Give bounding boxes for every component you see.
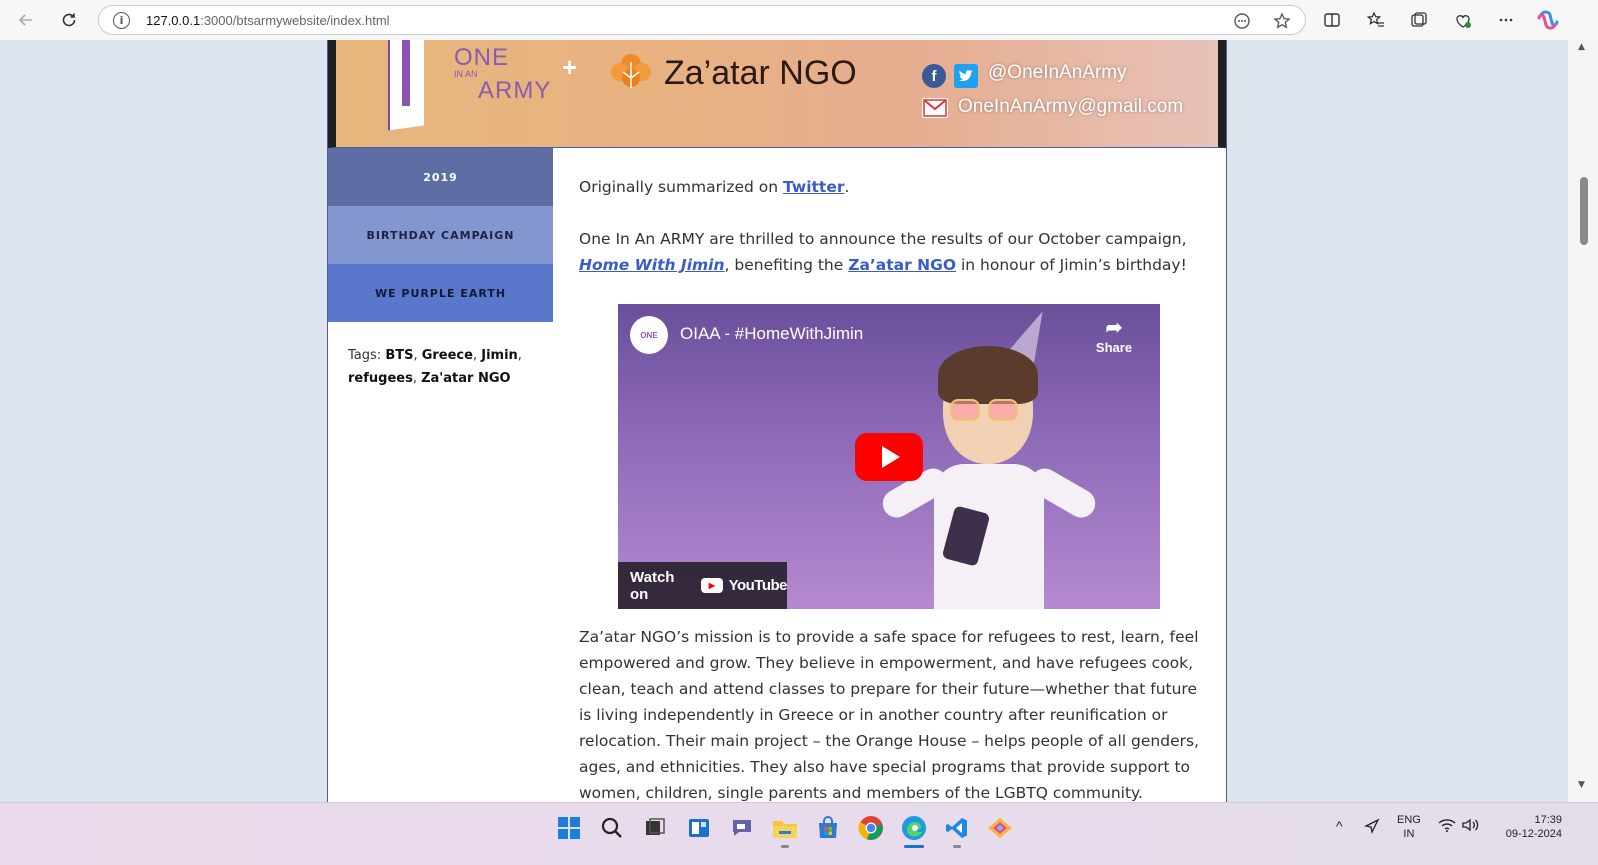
announcement-paragraph: One In An ARMY are thrilled to announce … bbox=[579, 230, 1187, 274]
oiaa-logo-stripe bbox=[402, 40, 410, 106]
logo-in-an-text: IN AN bbox=[454, 69, 478, 79]
header-banner: ONE IN AN ARMY + Za’atar NGO f @OneInAnA… bbox=[328, 40, 1226, 148]
email-icon[interactable] bbox=[922, 98, 948, 118]
zaatar-leaf-icon bbox=[611, 54, 651, 88]
favorites-icon[interactable] bbox=[1362, 6, 1390, 34]
reload-icon[interactable] bbox=[55, 6, 83, 34]
sidebar-item-we-purple-earth[interactable]: WE PURPLE EARTH bbox=[328, 264, 553, 322]
search-icon[interactable] bbox=[597, 813, 627, 843]
chevron-up-icon[interactable]: ^ bbox=[1336, 819, 1343, 833]
plus-sign: + bbox=[562, 52, 578, 82]
youtube-icon: ▶ bbox=[701, 578, 723, 593]
character-hair bbox=[938, 346, 1038, 404]
back-icon[interactable] bbox=[12, 6, 40, 34]
twitter-link[interactable]: Twitter bbox=[783, 178, 844, 196]
collections-icon[interactable] bbox=[1405, 6, 1433, 34]
article-content: Originally summarized on Twitter. One In… bbox=[579, 148, 1209, 278]
intro-paragraph: Originally summarized on Twitter. bbox=[579, 178, 850, 196]
tag-link[interactable]: Jimin bbox=[481, 348, 518, 363]
active-indicator bbox=[904, 845, 924, 848]
chrome-icon[interactable] bbox=[856, 813, 886, 843]
location-icon[interactable] bbox=[1364, 818, 1380, 838]
file-explorer-icon[interactable] bbox=[770, 813, 800, 843]
wifi-icon[interactable] bbox=[1438, 818, 1456, 836]
url-text: 127.0.0.1:3000/btsarmywebsite/index.html bbox=[146, 13, 390, 28]
clock[interactable]: 17:39 09-12-2024 bbox=[1490, 813, 1562, 841]
home-with-jimin-link[interactable]: Home With Jimin bbox=[579, 256, 725, 274]
more-menu-icon[interactable] bbox=[1492, 6, 1520, 34]
edge-icon[interactable] bbox=[899, 813, 929, 843]
running-indicator bbox=[953, 845, 961, 848]
tag-link[interactable]: BTS bbox=[385, 348, 413, 363]
copilot-icon[interactable] bbox=[1534, 6, 1562, 34]
scroll-up-icon[interactable]: ▲ bbox=[1578, 42, 1585, 52]
tag-link[interactable]: Za'atar NGO bbox=[421, 371, 510, 386]
video-title[interactable]: OIAA - #HomeWithJimin bbox=[680, 324, 863, 344]
social-handle[interactable]: @OneInAnArmy bbox=[988, 62, 1127, 84]
play-icon bbox=[882, 446, 900, 468]
tag-link[interactable]: Greece bbox=[422, 348, 473, 363]
page-viewport: ONE IN AN ARMY + Za’atar NGO f @OneInAnA… bbox=[0, 40, 1568, 802]
ngo-name: Za’atar NGO bbox=[664, 54, 857, 92]
microsoft-store-icon[interactable] bbox=[813, 813, 843, 843]
share-icon: ➦ bbox=[1105, 317, 1123, 339]
sidebar-item-birthday-campaign[interactable]: BIRTHDAY CAMPAIGN bbox=[328, 206, 553, 264]
sidebar-item-2019[interactable]: 2019 bbox=[328, 148, 553, 206]
zaatar-ngo-link[interactable]: Za’atar NGO bbox=[848, 256, 956, 274]
widgets-icon[interactable] bbox=[684, 813, 714, 843]
sidebar: 2019 BIRTHDAY CAMPAIGN WE PURPLE EARTH T… bbox=[328, 148, 553, 412]
volume-icon[interactable] bbox=[1462, 818, 1480, 836]
twitter-icon[interactable] bbox=[954, 64, 978, 88]
split-screen-icon[interactable] bbox=[1318, 6, 1346, 34]
read-aloud-icon[interactable] bbox=[1231, 10, 1253, 32]
scrollbar-thumb[interactable] bbox=[1580, 177, 1588, 245]
page-scrollbar[interactable]: ▲ ▼ bbox=[1568, 40, 1598, 802]
contact-email[interactable]: OneInAnArmy@gmail.com bbox=[958, 96, 1183, 118]
language-indicator[interactable]: ENG IN bbox=[1397, 813, 1421, 841]
address-bar[interactable]: i 127.0.0.1:3000/btsarmywebsite/index.ht… bbox=[98, 5, 1306, 35]
clock-date: 09-12-2024 bbox=[1505, 828, 1562, 840]
taskbar: ^ ENG IN 17:39 09-12-2024 bbox=[0, 802, 1598, 865]
tag-link[interactable]: refugees bbox=[348, 371, 413, 386]
clock-time: 17:39 bbox=[1534, 814, 1562, 826]
channel-avatar[interactable]: ONE bbox=[630, 316, 668, 354]
scroll-down-icon[interactable]: ▼ bbox=[1578, 780, 1585, 790]
site-info-icon[interactable]: i bbox=[113, 12, 130, 29]
browser-essentials-icon[interactable] bbox=[1449, 6, 1477, 34]
share-button[interactable]: ➦ Share bbox=[1094, 316, 1134, 355]
youtube-embed[interactable]: ONE OIAA - #HomeWithJimin ➦ Share Watch … bbox=[618, 304, 1160, 609]
mission-paragraph: Za’atar NGO’s mission is to provide a sa… bbox=[579, 628, 1199, 802]
facebook-icon[interactable]: f bbox=[922, 64, 946, 88]
tags-label: Tags: bbox=[348, 348, 382, 363]
character-glasses bbox=[950, 399, 980, 421]
logo-army-text: ARMY bbox=[478, 77, 552, 104]
play-button[interactable] bbox=[855, 433, 923, 481]
character-glasses bbox=[988, 399, 1018, 421]
vscode-icon[interactable] bbox=[942, 813, 972, 843]
logo-one-text: ONE bbox=[454, 44, 510, 71]
windows-start-icon[interactable] bbox=[554, 813, 584, 843]
tags-list: Tags: BTS, Greece, Jimin, refugees, Za'a… bbox=[348, 348, 522, 386]
running-indicator bbox=[781, 845, 789, 848]
favorite-star-icon[interactable] bbox=[1271, 10, 1293, 32]
watch-on-youtube-button[interactable]: Watch on ▶ YouTube bbox=[618, 562, 788, 609]
browser-toolbar: i 127.0.0.1:3000/btsarmywebsite/index.ht… bbox=[0, 0, 1598, 40]
teams-chat-icon[interactable] bbox=[727, 813, 757, 843]
site-container: ONE IN AN ARMY + Za’atar NGO f @OneInAnA… bbox=[327, 40, 1227, 802]
task-view-icon[interactable] bbox=[640, 813, 670, 843]
app-icon[interactable] bbox=[985, 813, 1015, 843]
